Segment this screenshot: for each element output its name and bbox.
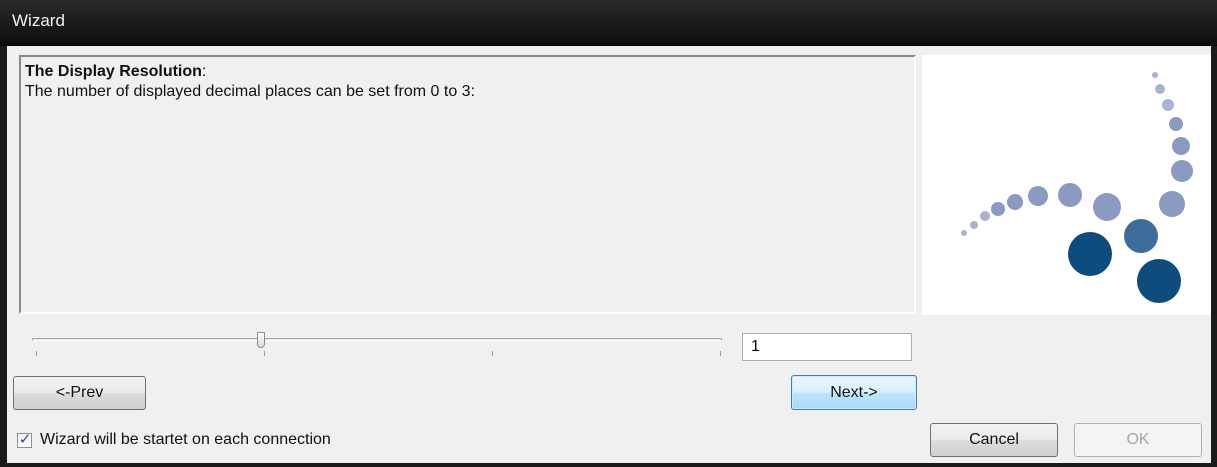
logo-dot bbox=[980, 211, 990, 221]
logo-dot bbox=[1093, 193, 1121, 221]
slider-tick bbox=[264, 351, 265, 356]
logo-dot bbox=[970, 221, 978, 229]
slider-track[interactable] bbox=[32, 338, 722, 341]
logo-dot bbox=[1152, 72, 1158, 78]
description-text: The number of displayed decimal places c… bbox=[25, 83, 476, 100]
cancel-button[interactable]: Cancel bbox=[930, 423, 1058, 457]
logo-dot bbox=[1068, 232, 1112, 276]
description-heading-line: The Display Resolution: bbox=[25, 62, 910, 82]
logo-dot bbox=[1169, 117, 1183, 131]
logo-dot bbox=[1124, 219, 1158, 253]
logo-dot bbox=[961, 230, 967, 236]
checkmark-icon: ✓ bbox=[18, 429, 32, 448]
slider-tick bbox=[720, 351, 721, 356]
window-title: Wizard bbox=[12, 11, 65, 30]
logo-dot bbox=[1162, 99, 1174, 111]
slider-tick bbox=[36, 351, 37, 356]
logo-dot bbox=[1159, 191, 1185, 217]
logo-dot bbox=[991, 202, 1005, 216]
start-wizard-checkbox[interactable]: ✓ bbox=[17, 429, 32, 448]
logo-dot bbox=[1028, 186, 1048, 206]
description-panel: The Display Resolution: The number of di… bbox=[19, 55, 916, 314]
ok-button[interactable]: OK bbox=[1074, 423, 1202, 457]
logo-dot bbox=[1137, 259, 1181, 303]
decimal-places-slider[interactable] bbox=[24, 330, 724, 364]
prev-button[interactable]: <-Prev bbox=[13, 376, 146, 410]
slider-tick bbox=[492, 351, 493, 356]
description-heading-suffix: : bbox=[201, 63, 207, 80]
company-logo bbox=[922, 55, 1211, 315]
logo-dot bbox=[1155, 84, 1165, 94]
description-heading: The Display Resolution bbox=[25, 63, 202, 80]
logo-dot bbox=[1172, 137, 1190, 155]
start-wizard-label: Wizard will be startet on each connectio… bbox=[40, 431, 331, 448]
title-bar[interactable]: Wizard bbox=[0, 0, 1217, 46]
next-button[interactable]: Next-> bbox=[791, 375, 917, 410]
logo-dot bbox=[1058, 183, 1082, 207]
decimal-places-input[interactable] bbox=[742, 333, 912, 361]
slider-thumb[interactable] bbox=[257, 332, 265, 348]
start-wizard-option[interactable]: ✓ Wizard will be startet on each connect… bbox=[17, 429, 331, 451]
logo-dot bbox=[1171, 160, 1193, 182]
logo-dot bbox=[1007, 194, 1023, 210]
